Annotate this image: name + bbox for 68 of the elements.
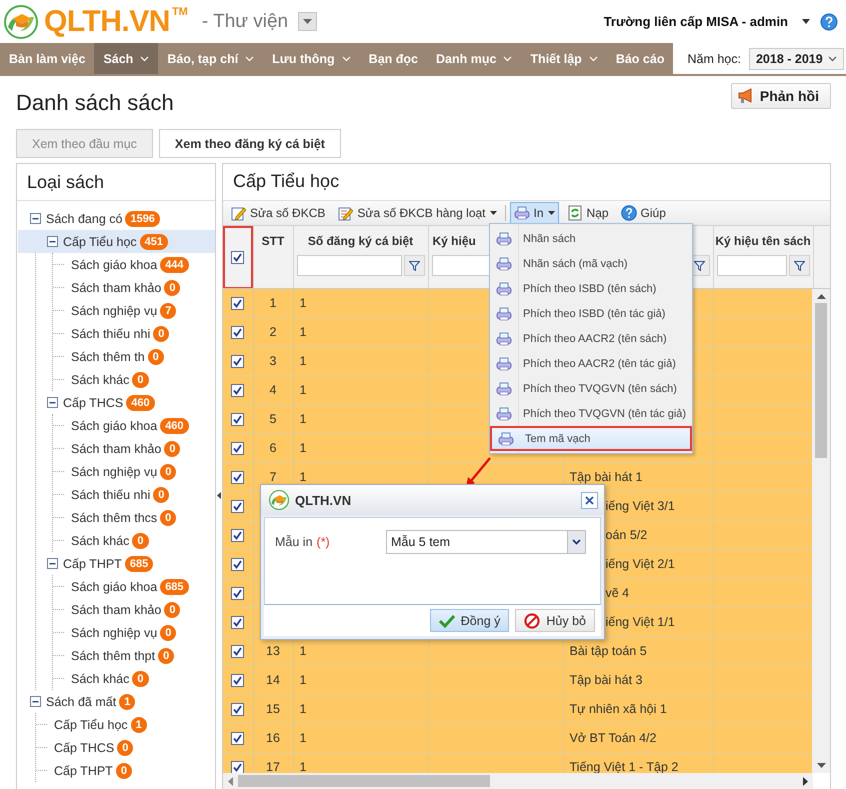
table-cell: 14: [266, 673, 280, 687]
table-cell: 2: [270, 325, 276, 339]
count-badge: 0: [164, 440, 180, 456]
count-badge: 0: [160, 624, 176, 640]
table-cell: 4: [270, 383, 276, 397]
table-cell: 5: [270, 412, 276, 426]
table-cell: 15: [266, 702, 280, 716]
count-badge: 7: [160, 302, 176, 318]
field-label: Mẫu in: [275, 535, 313, 549]
table-cell: 1: [300, 325, 306, 339]
year-label: Năm học:: [687, 52, 741, 66]
count-badge: 0: [132, 670, 148, 686]
count-badge: 460: [160, 418, 189, 434]
count-badge: 0: [158, 648, 174, 664]
panel-title: Loại sách: [17, 164, 215, 201]
table-cell: oán 5/2: [606, 528, 648, 542]
table-cell: 3: [270, 354, 276, 368]
table-cell: 1: [300, 702, 306, 716]
count-badge: 1: [130, 716, 147, 732]
count-badge: 0: [132, 372, 148, 388]
count-badge: 0: [164, 602, 180, 618]
count-badge: 451: [140, 234, 168, 250]
count-badge: 0: [116, 762, 132, 778]
table-cell: 17: [266, 760, 280, 773]
table-cell: 1: [300, 354, 306, 368]
table-cell: 1: [300, 760, 306, 773]
dialog-title: QLTH.VN: [295, 492, 352, 508]
table-cell: vẽ 4: [606, 586, 630, 600]
table-cell: Tập bài hát 1: [570, 470, 642, 484]
table-cell: Vở BT Toán 4/2: [570, 731, 656, 745]
table-cell: 1: [300, 731, 306, 745]
table-cell: Bài tập toán 5: [570, 644, 647, 658]
count-badge: 685: [160, 578, 189, 594]
required-mark: (*): [316, 535, 330, 549]
trademark-mark: TM: [172, 6, 188, 18]
table-cell: 1: [300, 383, 306, 397]
table-cell: 13: [266, 644, 280, 658]
count-badge: 0: [148, 348, 164, 364]
count-badge: 0: [160, 510, 176, 526]
table-cell: iếng Việt 2/1: [606, 557, 675, 571]
table-cell: iếng Việt 1/1: [606, 615, 675, 629]
table-cell: 1: [300, 673, 306, 687]
count-badge: 0: [117, 740, 134, 756]
table-cell: 1: [300, 412, 306, 426]
table-cell: iếng Việt 3/1: [606, 499, 675, 513]
table-cell: 1: [300, 470, 306, 484]
table-cell: 1: [300, 644, 306, 658]
table-cell: 1: [300, 296, 306, 310]
table-cell: 16: [266, 731, 280, 745]
count-badge: 444: [160, 256, 189, 272]
count-badge: 0: [132, 532, 148, 548]
table-cell: 1: [270, 296, 276, 310]
table-cell: 1: [300, 441, 306, 455]
count-badge: 0: [153, 326, 170, 342]
count-badge: 685: [124, 556, 154, 572]
table-cell: 7: [270, 470, 276, 484]
module-name: - Thư viện: [202, 10, 288, 32]
brand-logo: QLTH.VN: [44, 4, 170, 38]
page-title: Danh sách sách: [16, 90, 174, 116]
count-badge: 0: [153, 486, 170, 502]
table-cell: Tập bài hát 3: [570, 673, 642, 687]
table-cell: Tự nhiên xã hội 1: [570, 702, 667, 716]
count-badge: 0: [164, 280, 180, 296]
count-badge: 460: [126, 394, 155, 410]
count-badge: 1596: [125, 210, 160, 226]
count-badge: 1: [119, 694, 136, 710]
count-badge: 0: [160, 464, 176, 480]
table-cell: 6: [270, 441, 276, 455]
